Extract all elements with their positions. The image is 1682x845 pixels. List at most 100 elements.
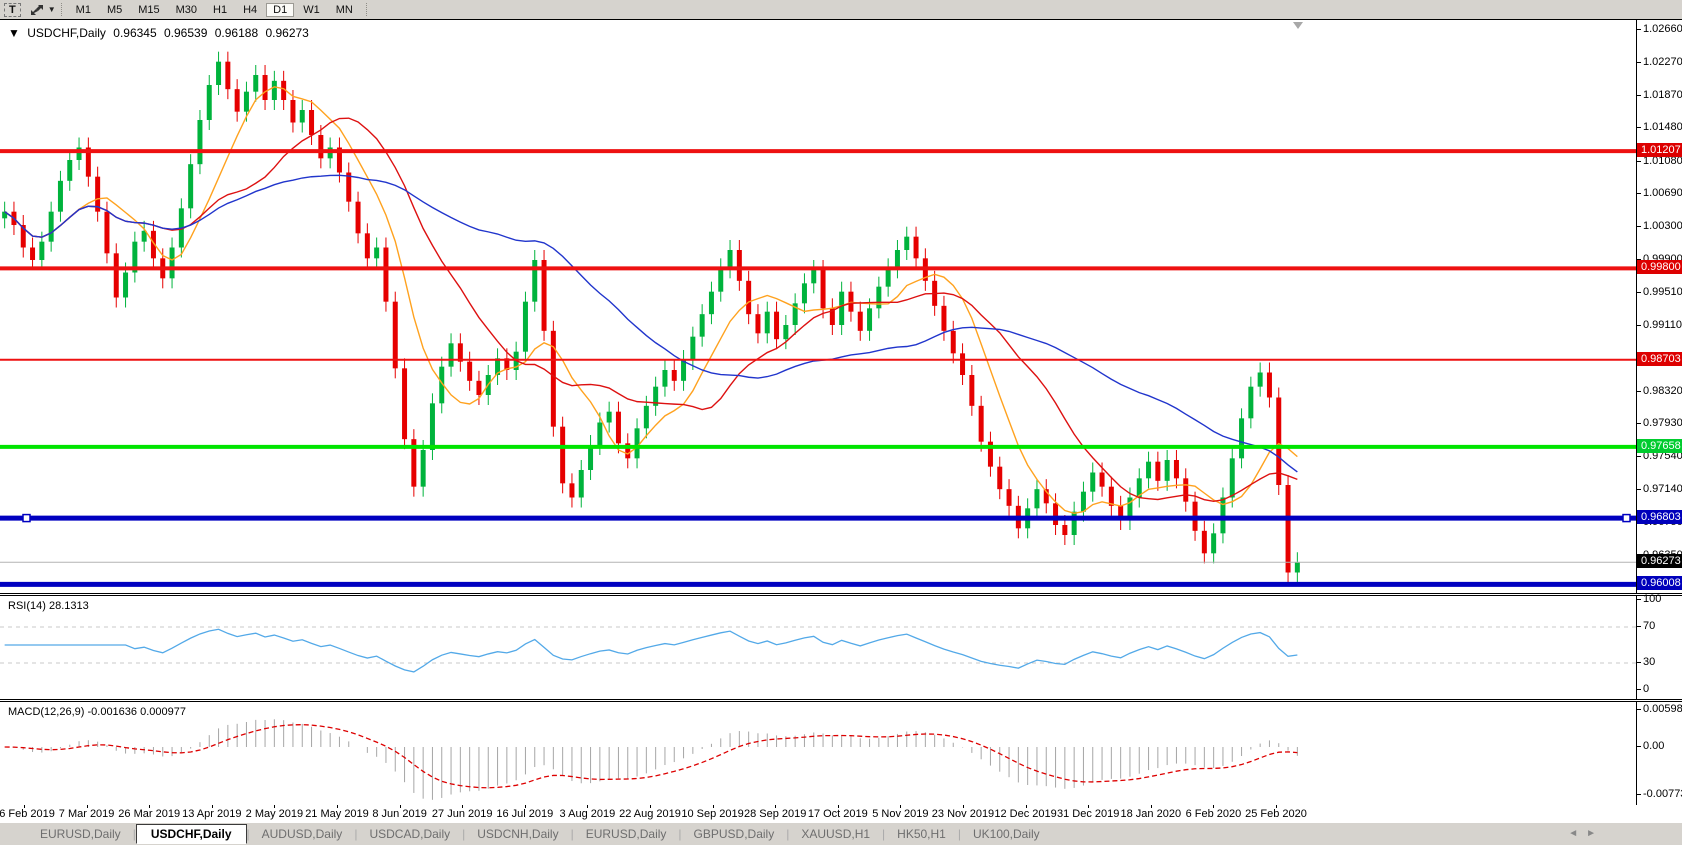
rsi-tick-mark (1637, 689, 1641, 690)
chart-tabs: EURUSD,Daily|USDCHF,Daily|AUDUSD,Daily|U… (28, 824, 1052, 844)
price-tick-label: 0.99510 (1643, 286, 1682, 298)
macd-tick-mark (1637, 794, 1641, 795)
timeframe-button-m15[interactable]: M15 (131, 3, 166, 17)
tab-scroll-arrows[interactable]: ◄► (1568, 828, 1604, 839)
timeframe-group: M1M5M15M30H1H4D1W1MN (68, 3, 361, 17)
chart-tab-usdcad-3[interactable]: USDCAD,Daily (357, 825, 462, 843)
macd-tick-label: 0.00 (1643, 740, 1664, 752)
chart-tab-uk100-9[interactable]: UK100,Daily (961, 825, 1052, 843)
level-price-label: 0.98703 (1637, 352, 1682, 366)
chart-tab-hk50-8[interactable]: HK50,H1 (885, 825, 958, 843)
quote-high: 0.96539 (164, 26, 207, 40)
price-tick-mark (1637, 95, 1641, 96)
price-tick-label: 0.97930 (1643, 417, 1682, 429)
timeframe-button-d1[interactable]: D1 (266, 3, 294, 17)
chart-tab-bar: EURUSD,Daily|USDCHF,Daily|AUDUSD,Daily|U… (0, 822, 1682, 845)
timeframe-button-h1[interactable]: H1 (206, 3, 234, 17)
price-tick-mark (1637, 193, 1641, 194)
quote-low: 0.96188 (215, 26, 258, 40)
level-price-label: 0.96803 (1637, 510, 1682, 524)
price-tick-label: 0.97140 (1643, 483, 1682, 495)
toolbar-separator (61, 3, 63, 16)
chart-title: ▼ USDCHF,Daily 0.96345 0.96539 0.96188 0… (8, 26, 309, 40)
rsi-tick-label: 100 (1643, 593, 1661, 605)
chart-tab-eurusd-0[interactable]: EURUSD,Daily (28, 825, 133, 843)
price-tick-label: 0.98320 (1643, 385, 1682, 397)
price-tick-mark (1637, 127, 1641, 128)
chart-tab-usdchf-1[interactable]: USDCHF,Daily (136, 824, 247, 844)
price-chart-panel[interactable]: ▼ USDCHF,Daily 0.96345 0.96539 0.96188 0… (0, 19, 1682, 594)
price-tick-label: 1.02660 (1643, 23, 1682, 35)
timeframe-button-m30[interactable]: M30 (169, 3, 204, 17)
timeframe-button-m1[interactable]: M1 (69, 3, 98, 17)
price-tick-mark (1637, 29, 1641, 30)
collapse-arrow-icon[interactable]: ▼ (8, 26, 20, 40)
level-price-label: 0.99800 (1637, 260, 1682, 274)
chart-tab-usdcnh-4[interactable]: USDCNH,Daily (465, 825, 570, 843)
arrows-icon (30, 4, 44, 16)
rsi-tick-label: 30 (1643, 656, 1655, 668)
rsi-tick-mark (1637, 626, 1641, 627)
price-tick-mark (1637, 161, 1641, 162)
macd-tick-mark (1637, 709, 1641, 710)
price-tick-mark (1637, 62, 1641, 63)
price-tick-label: 0.99110 (1643, 319, 1682, 331)
quote-close: 0.96273 (265, 26, 308, 40)
macd-tick-label: 0.005986 (1643, 703, 1682, 715)
candlestick-plot (0, 20, 1636, 591)
level-price-label: 1.01207 (1637, 143, 1682, 157)
macd-tick-mark (1637, 746, 1641, 747)
trading-platform-window: T ▼ M1M5M15M30H1H4D1W1MN ▼ USDCHF,Daily … (0, 0, 1682, 845)
price-tick-mark (1637, 292, 1641, 293)
toolbar-separator (366, 3, 368, 16)
rsi-tick-mark (1637, 662, 1641, 663)
macd-values: -0.001636 0.000977 (87, 706, 185, 718)
price-tick-label: 1.00690 (1643, 187, 1682, 199)
macd-indicator-panel[interactable]: MACD(12,26,9) -0.001636 0.000977 (0, 701, 1682, 806)
rsi-tick-label: 70 (1643, 620, 1655, 632)
macd-axis-border (1636, 702, 1637, 805)
price-tick-mark (1637, 391, 1641, 392)
price-tick-label: 1.00300 (1643, 220, 1682, 232)
rsi-plot (0, 596, 1636, 697)
price-tick-label: 1.02270 (1643, 56, 1682, 68)
timeframe-button-h4[interactable]: H4 (236, 3, 264, 17)
rsi-value: 28.1313 (49, 600, 89, 612)
chart-tab-eurusd-5[interactable]: EURUSD,Daily (574, 825, 679, 843)
price-tick-mark (1637, 423, 1641, 424)
level-price-label: 0.96008 (1637, 576, 1682, 590)
rsi-tick-mark (1637, 599, 1641, 600)
price-tick-mark (1637, 226, 1641, 227)
date-axis[interactable]: 16 Feb 20197 Mar 201926 Mar 201913 Apr 2… (0, 805, 1682, 822)
price-tick-mark (1637, 325, 1641, 326)
macd-plot (0, 702, 1636, 803)
rsi-tick-label: 0 (1643, 683, 1649, 695)
macd-label: MACD(12,26,9) -0.001636 0.000977 (8, 706, 186, 718)
rsi-label: RSI(14) 28.1313 (8, 600, 89, 612)
chart-tab-audusd-2[interactable]: AUDUSD,Daily (250, 825, 355, 843)
text-tool-button[interactable]: T (4, 3, 21, 17)
timeframe-button-w1[interactable]: W1 (296, 3, 327, 17)
price-axis-border (1636, 20, 1637, 593)
price-tick-mark (1637, 456, 1641, 457)
level-price-label: 0.97658 (1637, 439, 1682, 453)
chart-shift-marker (1293, 22, 1303, 29)
current-price-label: 0.96273 (1637, 554, 1682, 568)
arrows-tool-button[interactable]: ▼ (30, 4, 56, 16)
toolbar: T ▼ M1M5M15M30H1H4D1W1MN (0, 0, 1682, 20)
chart-tab-gbpusd-6[interactable]: GBPUSD,Daily (682, 825, 787, 843)
timeframe-button-m5[interactable]: M5 (100, 3, 129, 17)
macd-tick-label: -0.007737 (1643, 788, 1682, 800)
timeframe-button-mn[interactable]: MN (329, 3, 360, 17)
chart-tab-xauusd-7[interactable]: XAUUSD,H1 (789, 825, 882, 843)
price-tick-label: 1.01480 (1643, 121, 1682, 133)
price-tick-label: 1.01870 (1643, 89, 1682, 101)
rsi-axis-border (1636, 596, 1637, 699)
price-tick-mark (1637, 489, 1641, 490)
chevron-down-icon: ▼ (48, 5, 56, 14)
scroll-right-icon[interactable]: ► (1586, 828, 1604, 839)
rsi-indicator-panel[interactable]: RSI(14) 28.1313 (0, 595, 1682, 700)
date-label: 25 Feb 2020 (1231, 808, 1321, 820)
quote-open: 0.96345 (113, 26, 156, 40)
scroll-left-icon[interactable]: ◄ (1568, 828, 1586, 839)
